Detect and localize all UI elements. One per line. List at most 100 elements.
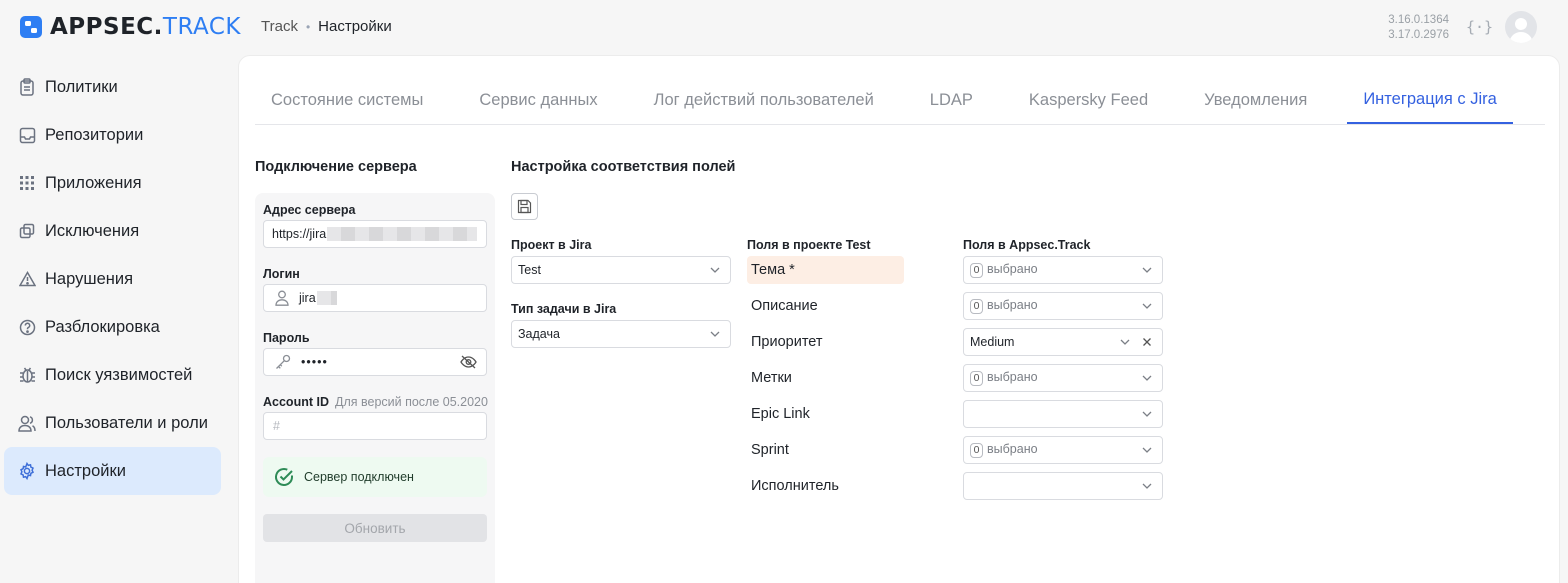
sidebar-item-label: Настройки: [45, 461, 126, 480]
api-braces-icon[interactable]: {·}: [1466, 17, 1493, 37]
selected-count-badge: 0: [970, 299, 983, 314]
sidebar-item-vuln-search[interactable]: Поиск уязвимостей: [4, 351, 221, 399]
tab-jira-integration[interactable]: Интеграция с Jira: [1347, 76, 1513, 124]
selected-count-badge: 0: [970, 443, 983, 458]
sidebar: Политики Репозитории Приложения Исключен…: [4, 63, 221, 495]
sidebar-item-label: Исключения: [45, 221, 140, 240]
appsec-fields-header: Поля в Appsec.Track: [963, 238, 1091, 252]
update-button[interactable]: Обновить: [263, 514, 487, 542]
sidebar-item-label: Политики: [45, 77, 118, 96]
appsec-field-select[interactable]: 0 выбрано: [963, 256, 1163, 284]
copy-icon: [18, 222, 36, 240]
connection-status: Сервер подключен: [263, 457, 487, 497]
appsec-field-select[interactable]: 0 выбрано: [963, 364, 1163, 392]
project-value: Test: [518, 263, 541, 277]
chevron-down-icon: [1141, 264, 1153, 276]
account-id-title: Account ID: [263, 395, 329, 409]
breadcrumb: Track • Настройки: [261, 18, 392, 35]
selected-text: выбрано: [987, 370, 1038, 384]
version-line-1: 3.16.0.1364: [1388, 14, 1449, 26]
project-select[interactable]: Test: [511, 256, 731, 284]
password-label: Пароль: [263, 331, 310, 345]
redacted-mask: [316, 291, 337, 305]
avatar[interactable]: [1505, 11, 1537, 43]
jira-field-sprint: Sprint: [751, 442, 789, 458]
tab-ldap[interactable]: LDAP: [914, 76, 989, 124]
priority-value: Medium: [970, 335, 1015, 349]
account-id-input[interactable]: #: [263, 412, 487, 440]
selected-count-badge: 0: [970, 263, 983, 278]
sidebar-item-label: Разблокировка: [45, 317, 160, 336]
selected-text: выбрано: [987, 298, 1038, 312]
issue-type-select[interactable]: Задача: [511, 320, 731, 348]
clear-icon[interactable]: [1141, 336, 1153, 348]
user-icon: [275, 290, 289, 306]
server-connection-title: Подключение сервера: [255, 159, 417, 175]
bug-icon: [18, 366, 36, 384]
chevron-down-icon: [1141, 480, 1153, 492]
password-input[interactable]: •••••: [263, 348, 487, 376]
chevron-down-icon: [1141, 372, 1153, 384]
sidebar-item-exceptions[interactable]: Исключения: [4, 207, 221, 255]
assignee-select[interactable]: [963, 472, 1163, 500]
clipboard-icon: [18, 78, 36, 96]
sidebar-item-label: Репозитории: [45, 125, 144, 144]
jira-field-priority: Приоритет: [751, 334, 823, 350]
tab-kaspersky-feed[interactable]: Kaspersky Feed: [1013, 76, 1164, 124]
sidebar-item-label: Пользователи и роли: [45, 413, 208, 432]
jira-field-labels: Метки: [751, 370, 792, 386]
issue-type-label: Тип задачи в Jira: [511, 302, 617, 316]
select-value: 0 выбрано: [970, 298, 1141, 314]
server-address-input[interactable]: https://jira: [263, 220, 487, 248]
redacted-mask: [327, 227, 478, 241]
appsec-field-select[interactable]: 0 выбрано: [963, 436, 1163, 464]
save-button[interactable]: [511, 193, 538, 220]
app-logo[interactable]: APPSEC.TRACK: [20, 14, 241, 40]
logo-icon: [20, 16, 42, 38]
jira-field-epic-link: Epic Link: [751, 406, 810, 422]
sidebar-item-label: Нарушения: [45, 269, 134, 288]
account-id-note: Для версий после 05.2020: [334, 395, 488, 409]
chevron-down-icon: [1141, 300, 1153, 312]
epic-link-select[interactable]: [963, 400, 1163, 428]
settings-panel: Состояние системы Сервис данных Лог дейс…: [238, 55, 1560, 583]
breadcrumb-root[interactable]: Track: [261, 18, 298, 35]
sidebar-item-repositories[interactable]: Репозитории: [4, 111, 221, 159]
select-value: 0 выбрано: [970, 262, 1141, 278]
breadcrumb-current: Настройки: [318, 18, 392, 35]
sidebar-item-policies[interactable]: Политики: [4, 63, 221, 111]
connection-status-text: Сервер подключен: [304, 470, 414, 484]
breadcrumb-separator: •: [305, 19, 311, 34]
tab-notifications[interactable]: Уведомления: [1188, 76, 1323, 124]
key-icon: [275, 354, 291, 370]
eye-off-icon[interactable]: [460, 355, 477, 369]
sidebar-item-label: Поиск уязвимостей: [45, 365, 193, 384]
save-icon: [517, 199, 532, 214]
sidebar-item-unblock[interactable]: Разблокировка: [4, 303, 221, 351]
version-line-2: 3.17.0.2976: [1388, 29, 1449, 41]
server-connection-form: Адрес сервера https://jira Логин jira Па…: [255, 193, 495, 583]
chevron-down-icon: [709, 328, 721, 340]
server-address-value: https://jira: [272, 227, 327, 241]
version-info: 3.16.0.1364 3.17.0.2976: [1388, 13, 1449, 43]
tab-user-action-log[interactable]: Лог действий пользователей: [638, 76, 890, 124]
project-label: Проект в Jira: [511, 238, 592, 252]
sidebar-item-applications[interactable]: Приложения: [4, 159, 221, 207]
sidebar-item-label: Приложения: [45, 173, 142, 192]
account-id-label: Account ID Для версий после 05.2020: [263, 395, 488, 409]
jira-field-description: Описание: [751, 298, 818, 314]
settings-tabs: Состояние системы Сервис данных Лог дейс…: [255, 76, 1545, 125]
appsec-field-select[interactable]: 0 выбрано: [963, 292, 1163, 320]
sidebar-item-users-roles[interactable]: Пользователи и роли: [4, 399, 221, 447]
login-input[interactable]: jira: [263, 284, 487, 312]
jira-field-assignee: Исполнитель: [751, 478, 839, 494]
gear-icon: [18, 462, 36, 480]
priority-select[interactable]: Medium: [963, 328, 1163, 356]
tab-system-state[interactable]: Состояние системы: [255, 76, 439, 124]
field-mapping-title: Настройка соответствия полей: [511, 159, 736, 175]
tab-data-service[interactable]: Сервис данных: [463, 76, 613, 124]
login-value: jira: [299, 291, 316, 305]
sidebar-item-violations[interactable]: Нарушения: [4, 255, 221, 303]
grid-icon: [18, 174, 36, 192]
sidebar-item-settings[interactable]: Настройки: [4, 447, 221, 495]
